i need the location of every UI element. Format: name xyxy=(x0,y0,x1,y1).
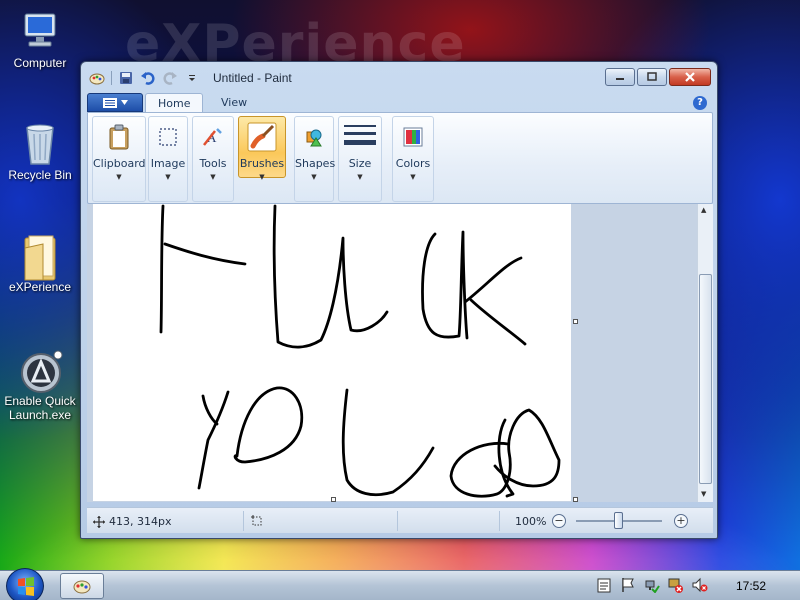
recycle-bin-icon xyxy=(19,122,61,165)
customize-qat-dropdown-icon[interactable] xyxy=(184,70,200,86)
scrollbar-thumb[interactable] xyxy=(699,274,712,484)
close-icon xyxy=(685,72,695,82)
desktop-icon-computer[interactable]: Computer xyxy=(0,10,80,70)
taskbar-paint-button[interactable] xyxy=(60,573,104,599)
computer-icon xyxy=(19,10,61,52)
undo-icon[interactable] xyxy=(140,70,156,86)
qat-separator xyxy=(111,71,112,85)
image-select-icon xyxy=(152,121,184,153)
ribbon-group-brushes[interactable]: Brushes ▼ xyxy=(238,116,286,181)
tab-home[interactable]: Home xyxy=(145,93,204,113)
title-bar[interactable]: Untitled - Paint xyxy=(81,62,717,92)
chevron-down-icon: ▼ xyxy=(210,173,216,181)
window-title: Untitled - Paint xyxy=(213,71,292,85)
status-separator xyxy=(499,511,500,531)
canvas-resize-handle-bottom[interactable] xyxy=(331,497,336,502)
freehand-drawing xyxy=(159,204,561,498)
paint-app-icon[interactable] xyxy=(89,70,105,86)
redo-icon[interactable] xyxy=(162,70,178,86)
save-icon[interactable] xyxy=(118,70,134,86)
status-bar: 413, 314px 100% − + xyxy=(87,507,713,533)
ribbon-group-tools[interactable]: A Tools ▼ xyxy=(192,116,234,202)
paint-menu-button[interactable] xyxy=(87,93,143,112)
tools-icon: A xyxy=(197,121,229,153)
paint-app-icon xyxy=(73,580,91,594)
chevron-down-icon: ▼ xyxy=(116,173,122,181)
ribbon-tab-row: Home View ? xyxy=(87,91,711,113)
menu-list-icon xyxy=(102,97,117,108)
desktop-icon-enable-quick-launch[interactable]: Enable Quick Launch.exe xyxy=(0,348,80,422)
status-separator xyxy=(243,511,244,531)
chevron-down-icon xyxy=(120,100,128,105)
clipboard-tray-icon[interactable] xyxy=(596,577,612,593)
zoom-out-button[interactable]: − xyxy=(552,514,566,528)
tab-view[interactable]: View xyxy=(209,93,259,113)
volume-muted-icon[interactable] xyxy=(692,577,708,593)
windows-logo-icon xyxy=(18,577,34,596)
drawing-canvas[interactable] xyxy=(93,204,571,501)
window-controls xyxy=(605,68,711,86)
maximize-button[interactable] xyxy=(637,68,667,86)
taskbar-clock[interactable]: 17:52 xyxy=(736,579,766,593)
network-icon[interactable] xyxy=(644,577,660,593)
close-button[interactable] xyxy=(669,68,711,86)
ribbon-group-image[interactable]: Image ▼ xyxy=(148,116,188,202)
cursor-position-text: 413, 314px xyxy=(109,515,172,528)
zoom-level: 100% xyxy=(515,515,547,528)
desktop-icon-experience-folder[interactable]: eXPerience xyxy=(0,234,80,294)
clipboard-icon xyxy=(103,121,135,153)
desktop-icon-recycle-bin[interactable]: Recycle Bin xyxy=(0,122,80,182)
quick-access-toolbar xyxy=(89,70,200,86)
shapes-icon xyxy=(298,121,330,153)
taskbar: 17:52 xyxy=(0,568,800,600)
canvas-resize-handle-corner[interactable] xyxy=(573,497,578,502)
crosshair-move-icon xyxy=(93,515,105,528)
start-button[interactable] xyxy=(6,568,44,600)
ribbon-group-size[interactable]: Size ▼ xyxy=(338,116,382,202)
chevron-down-icon: ▼ xyxy=(410,173,416,181)
color-palette-icon xyxy=(397,121,429,153)
chevron-down-icon: ▼ xyxy=(259,173,265,181)
zoom-slider-thumb[interactable] xyxy=(614,512,623,529)
paint-window: Untitled - Paint Home View ? Clipboard ▼… xyxy=(80,61,718,539)
selection-size-display xyxy=(251,515,263,527)
minimize-button[interactable] xyxy=(605,68,635,86)
selection-size-icon xyxy=(251,515,262,526)
autoit-script-icon xyxy=(19,348,63,393)
chevron-down-icon: ▼ xyxy=(357,173,363,181)
vertical-scrollbar[interactable]: ▲ ▼ xyxy=(697,204,713,502)
security-warning-icon[interactable] xyxy=(668,577,684,593)
system-tray xyxy=(596,577,708,593)
chevron-down-icon: ▼ xyxy=(311,173,317,181)
canvas-area[interactable] xyxy=(87,204,697,502)
action-center-flag-icon[interactable] xyxy=(620,577,636,593)
ribbon-home: Clipboard ▼ Image ▼ A Tools ▼ Brushes ▼ xyxy=(87,112,713,204)
cursor-position-display: 413, 314px xyxy=(93,515,171,528)
status-separator xyxy=(397,511,398,531)
zoom-in-button[interactable]: + xyxy=(674,514,688,528)
chevron-down-icon: ▼ xyxy=(165,173,171,181)
ribbon-group-shapes[interactable]: Shapes ▼ xyxy=(294,116,335,202)
canvas-resize-handle-right[interactable] xyxy=(573,319,578,324)
ribbon-group-colors[interactable]: Colors ▼ xyxy=(392,116,434,202)
ribbon-group-clipboard[interactable]: Clipboard ▼ xyxy=(92,116,146,202)
scroll-up-icon[interactable]: ▲ xyxy=(701,206,706,214)
brush-icon xyxy=(246,121,278,153)
size-lines-icon xyxy=(344,121,376,153)
scroll-down-icon[interactable]: ▼ xyxy=(701,490,706,498)
folder-icon xyxy=(19,234,61,281)
help-button[interactable]: ? xyxy=(693,96,707,110)
